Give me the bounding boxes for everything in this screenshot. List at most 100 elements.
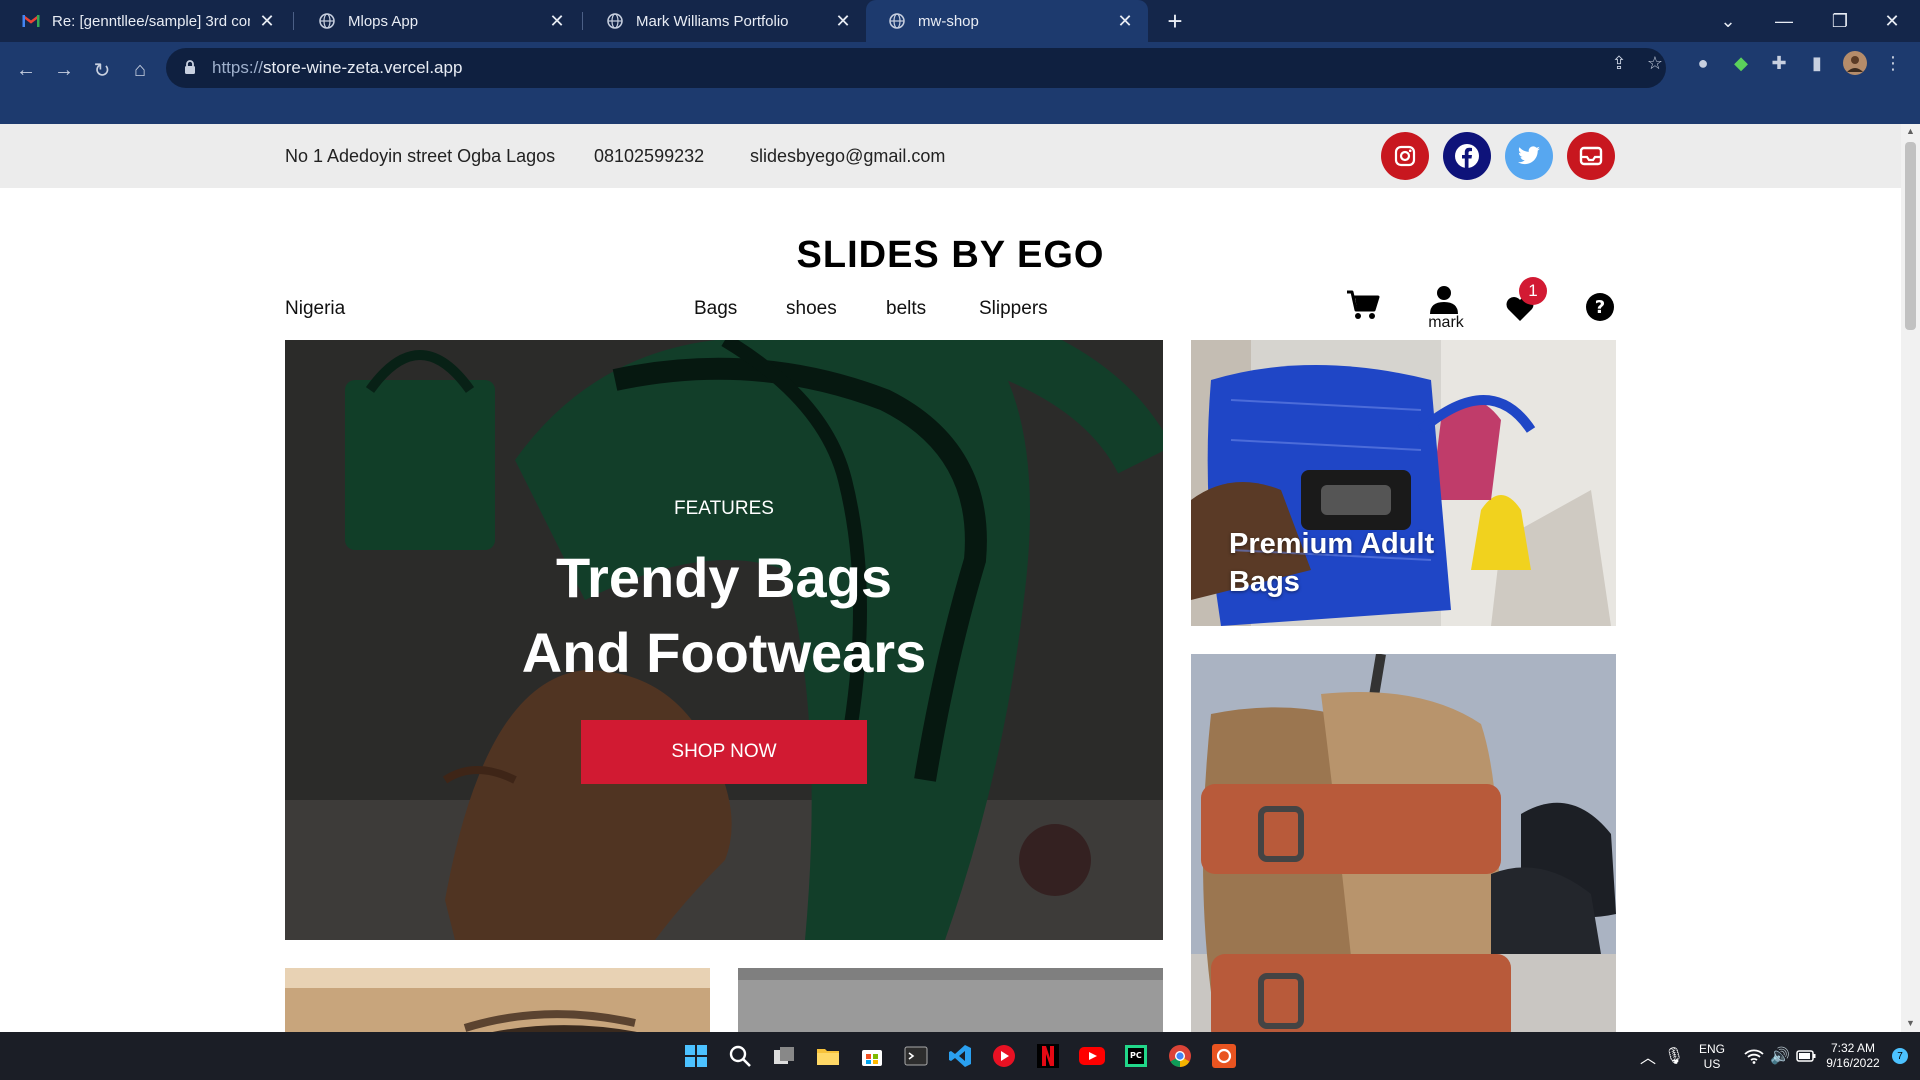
clock-time: 7:32 AM — [1830, 1041, 1876, 1055]
task-view-icon[interactable] — [770, 1042, 798, 1070]
page-scrollbar[interactable]: ▲ ▼ — [1901, 124, 1920, 1032]
contact-bar: No 1 Adedoyin street Ogba Lagos 08102599… — [0, 124, 1901, 188]
store-icon[interactable] — [858, 1042, 886, 1070]
account-button[interactable] — [1428, 284, 1460, 316]
globe-icon — [606, 12, 624, 30]
netflix-icon[interactable] — [1034, 1042, 1062, 1070]
media-player-icon[interactable] — [990, 1042, 1018, 1070]
help-icon: ? — [1586, 293, 1614, 321]
close-tab-icon[interactable]: ✕ — [834, 11, 852, 31]
product-image — [738, 968, 1163, 1032]
extension-color-icon[interactable]: ◆ — [1728, 50, 1754, 76]
vscode-icon[interactable] — [946, 1042, 974, 1070]
close-window-icon[interactable]: ✕ — [1864, 0, 1920, 42]
notifications-badge[interactable]: 7 — [1886, 1042, 1914, 1070]
profile-avatar[interactable] — [1842, 50, 1868, 76]
minimize-icon[interactable]: — — [1756, 0, 1812, 42]
webpage: No 1 Adedoyin street Ogba Lagos 08102599… — [0, 124, 1901, 1032]
new-tab-button[interactable]: + — [1160, 6, 1190, 36]
side-panel-icon[interactable]: ▮ — [1804, 50, 1830, 76]
battery-icon[interactable] — [1792, 1042, 1820, 1070]
close-tab-icon[interactable]: ✕ — [258, 11, 276, 31]
store-phone: 08102599232 — [594, 146, 705, 166]
wifi-icon[interactable] — [1740, 1042, 1768, 1070]
menu-dots-icon[interactable]: ⋮ — [1880, 50, 1906, 76]
country-selector[interactable]: Nigeria — [285, 298, 345, 320]
extension-icon[interactable]: ● — [1690, 50, 1716, 76]
slippers-image — [1191, 654, 1616, 1032]
tab-gmail[interactable]: Re: [genntllee/sample] 3rd comm ✕ — [0, 0, 290, 42]
hero-kicker: FEATURES — [674, 498, 774, 519]
microphone-icon[interactable]: 🎙 — [1660, 1042, 1688, 1070]
help-button[interactable]: ? — [1585, 292, 1615, 322]
hero-banner: FEATURES Trendy Bags And Footwears SHOP … — [285, 340, 1163, 940]
address-bar[interactable]: https://store-wine-zeta.vercel.app — [166, 48, 1666, 88]
tab-search-icon[interactable]: ⌄ — [1700, 0, 1756, 42]
nav-shoes[interactable]: shoes — [786, 298, 837, 320]
forward-icon[interactable]: → — [48, 54, 80, 86]
file-explorer-icon[interactable] — [814, 1042, 842, 1070]
terminal-icon[interactable] — [902, 1042, 930, 1070]
hero-title: Trendy Bags And Footwears — [285, 540, 1163, 690]
url-text: https://store-wine-zeta.vercel.app — [212, 58, 463, 77]
nav-slippers[interactable]: Slippers — [979, 298, 1048, 320]
start-icon[interactable] — [682, 1042, 710, 1070]
back-icon[interactable]: ← — [10, 54, 42, 86]
scroll-down-icon[interactable]: ▼ — [1906, 1018, 1915, 1028]
product-image — [285, 968, 710, 1032]
nav-bags[interactable]: Bags — [694, 298, 737, 320]
facebook-link[interactable] — [1443, 132, 1491, 180]
nav-belts[interactable]: belts — [886, 298, 926, 320]
search-icon[interactable] — [726, 1042, 754, 1070]
scrollbar-thumb[interactable] — [1905, 142, 1916, 330]
tab-portfolio[interactable]: Mark Williams Portfolio ✕ — [584, 0, 866, 42]
tab-mlops-app[interactable]: Mlops App ✕ — [296, 0, 580, 42]
ubuntu-icon[interactable] — [1210, 1042, 1238, 1070]
svg-text:PC: PC — [1130, 1051, 1142, 1060]
globe-icon — [318, 12, 336, 30]
browser-tab-strip: Re: [genntllee/sample] 3rd comm ✕ Mlops … — [0, 0, 1920, 42]
close-tab-icon[interactable]: ✕ — [548, 11, 566, 31]
share-icon[interactable]: ⇪ — [1606, 50, 1632, 76]
home-icon[interactable]: ⌂ — [124, 54, 156, 86]
os-taskbar: PC ︿ 🎙 ENG US 🔊 7:32 AM 9/16/2022 7 — [0, 1032, 1920, 1080]
restore-icon[interactable]: ❐ — [1812, 0, 1868, 42]
pycharm-icon[interactable]: PC — [1122, 1042, 1150, 1070]
category-card-slippers[interactable] — [1191, 654, 1616, 1032]
hero-title-line-2: And Footwears — [521, 621, 927, 684]
extensions-puzzle-icon[interactable]: ✚ — [1766, 50, 1792, 76]
tab-title: Mlops App — [348, 12, 419, 30]
user-name: mark — [1428, 314, 1464, 331]
cart-button[interactable] — [1346, 290, 1380, 320]
card-label: Premium Adult Bags — [1229, 528, 1435, 598]
product-thumbnail[interactable] — [285, 968, 710, 1032]
twitter-link[interactable] — [1505, 132, 1553, 180]
tab-title: mw-shop — [918, 12, 979, 30]
youtube-icon[interactable] — [1078, 1042, 1106, 1070]
clock[interactable]: 7:32 AM 9/16/2022 — [1818, 1041, 1888, 1071]
user-icon — [1430, 286, 1458, 314]
chrome-icon[interactable] — [1166, 1042, 1194, 1070]
show-hidden-icons[interactable]: ︿ — [1634, 1042, 1662, 1070]
store-email[interactable]: slidesbyego@gmail.com — [750, 146, 945, 167]
bookmark-star-icon[interactable]: ☆ — [1642, 50, 1668, 76]
instagram-icon — [1394, 145, 1416, 167]
tab-mw-shop[interactable]: mw-shop ✕ — [866, 0, 1148, 42]
category-card-premium-bags[interactable]: Premium Adult Bags — [1191, 340, 1616, 626]
close-tab-icon[interactable]: ✕ — [1116, 11, 1134, 31]
cart-icon — [1347, 290, 1380, 319]
volume-icon[interactable]: 🔊 — [1766, 1042, 1794, 1070]
twitter-icon — [1518, 146, 1540, 165]
tab-title: Mark Williams Portfolio — [636, 12, 789, 30]
site-logo[interactable]: SLIDES BY EGO — [0, 234, 1901, 277]
product-thumbnail[interactable] — [738, 968, 1163, 1032]
email-link[interactable] — [1567, 132, 1615, 180]
scroll-up-icon[interactable]: ▲ — [1906, 126, 1915, 136]
shop-now-button[interactable]: SHOP NOW — [581, 720, 867, 784]
reload-icon[interactable]: ↻ — [86, 54, 118, 86]
hero-title-line-1: Trendy Bags — [555, 546, 893, 609]
facebook-icon — [1455, 144, 1479, 168]
wishlist-count-badge: 1 — [1519, 277, 1547, 305]
instagram-link[interactable] — [1381, 132, 1429, 180]
input-language[interactable]: ENG US — [1692, 1042, 1732, 1072]
